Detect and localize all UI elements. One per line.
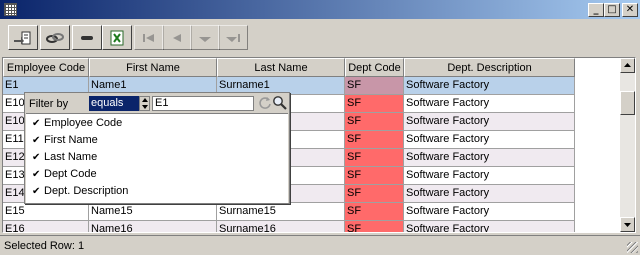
filter-column-label: Employee Code [44, 117, 123, 129]
dept-description-cell[interactable]: Software Factory [404, 95, 575, 113]
dept-code-cell[interactable]: SF [345, 113, 404, 131]
dept-code-cell[interactable]: SF [345, 167, 404, 185]
filter-column-item[interactable]: ✔ Employee Code [26, 115, 288, 132]
next-record-button[interactable] [190, 25, 220, 50]
header-last-name[interactable]: Last Name [217, 58, 345, 77]
header-employee-code[interactable]: Employee Code [3, 58, 89, 77]
dept-description-cell[interactable]: Software Factory [404, 203, 575, 221]
title-bar: _ □ ✕ [0, 0, 640, 19]
maximize-button[interactable]: □ [604, 3, 620, 17]
employee-code-cell[interactable]: E15 [3, 203, 89, 221]
export-icon [14, 31, 31, 44]
dept-description-cell[interactable]: Software Factory [404, 149, 575, 167]
header-first-name[interactable]: First Name [89, 58, 217, 77]
dept-code-cell[interactable]: SF [345, 149, 404, 167]
checkmark-icon: ✔ [32, 135, 41, 146]
checkmark-icon: ✔ [32, 118, 41, 129]
dept-description-cell[interactable]: Software Factory [404, 131, 575, 149]
dept-description-cell[interactable]: Software Factory [404, 167, 575, 185]
table-row[interactable]: E16 Name16 Surname16 SF Software Factory [3, 221, 620, 232]
link-button[interactable] [40, 25, 70, 50]
filter-column-label: Dept. Description [44, 185, 129, 197]
first-record-button[interactable] [134, 25, 164, 50]
scroll-up-button[interactable] [620, 58, 635, 73]
filter-column-item[interactable]: ✔ Dept. Description [26, 183, 288, 200]
checkmark-icon: ✔ [32, 152, 41, 163]
resize-grip[interactable] [627, 242, 638, 253]
filter-column-item[interactable]: ✔ Last Name [26, 149, 288, 166]
first-record-icon [143, 33, 154, 42]
dept-code-cell[interactable]: SF [345, 221, 404, 232]
close-button[interactable]: ✕ [622, 3, 638, 17]
filter-column-list: ✔ Employee Code ✔ First Name ✔ Last Name ✔ Dept… [26, 113, 288, 203]
dept-code-cell[interactable]: SF [345, 77, 404, 95]
previous-record-icon [173, 33, 181, 42]
dept-description-cell[interactable]: Software Factory [404, 185, 575, 203]
remove-button[interactable] [72, 25, 102, 50]
filter-column-item[interactable]: ✔ First Name [26, 132, 288, 149]
filter-column-label: Dept Code [44, 168, 97, 180]
scroll-thumb[interactable] [620, 91, 635, 115]
last-name-cell[interactable]: Surname15 [217, 203, 345, 221]
filter-popup: Filter by equals E1 ✔ Employee Code ✔ First… [24, 92, 290, 204]
dept-code-cell[interactable]: SF [345, 95, 404, 113]
excel-icon [110, 30, 124, 45]
filter-operator-select[interactable]: equals [89, 96, 139, 111]
employee-code-cell[interactable]: E16 [3, 221, 89, 232]
arrow-down-icon [624, 223, 631, 227]
status-bar: Selected Row: 1 [0, 235, 640, 255]
toolbar [0, 19, 640, 57]
excel-export-button[interactable] [102, 25, 132, 50]
filter-operator-spinner[interactable] [139, 96, 150, 111]
table-row[interactable]: E15 Name15 Surname15 SF Software Factory [3, 203, 620, 221]
filter-by-label: Filter by [29, 98, 69, 110]
arrow-up-icon [624, 63, 631, 67]
refresh-icon[interactable] [258, 95, 272, 111]
link-icon [46, 32, 64, 43]
dept-description-cell[interactable]: Software Factory [404, 77, 575, 95]
dept-code-cell[interactable]: SF [345, 131, 404, 149]
last-record-icon [226, 33, 240, 42]
scroll-down-button[interactable] [620, 217, 635, 232]
dept-description-cell[interactable]: Software Factory [404, 221, 575, 232]
filter-column-item[interactable]: ✔ Dept Code [26, 166, 288, 183]
dept-code-cell[interactable]: SF [345, 185, 404, 203]
search-icon[interactable] [272, 95, 288, 111]
dept-description-cell[interactable]: Software Factory [404, 113, 575, 131]
status-text: Selected Row: 1 [4, 240, 85, 252]
previous-record-button[interactable] [162, 25, 192, 50]
checkmark-icon: ✔ [32, 186, 41, 197]
export-button[interactable] [8, 25, 38, 50]
dept-code-cell[interactable]: SF [345, 203, 404, 221]
filter-value-input[interactable]: E1 [152, 96, 254, 111]
remove-icon [81, 35, 93, 40]
checkmark-icon: ✔ [32, 169, 41, 180]
header-dept-code[interactable]: Dept Code [345, 58, 404, 77]
filter-column-label: First Name [44, 134, 98, 146]
first-name-cell[interactable]: Name16 [89, 221, 217, 232]
filter-column-label: Last Name [44, 151, 98, 163]
header-dept-description[interactable]: Dept. Description [404, 58, 575, 77]
grid-app-icon [4, 3, 17, 16]
next-record-icon [199, 36, 211, 42]
first-name-cell[interactable]: Name15 [89, 203, 217, 221]
last-name-cell[interactable]: Surname16 [217, 221, 345, 232]
vertical-scrollbar[interactable] [620, 58, 635, 232]
last-record-button[interactable] [218, 25, 248, 50]
minimize-button[interactable]: _ [588, 3, 604, 17]
